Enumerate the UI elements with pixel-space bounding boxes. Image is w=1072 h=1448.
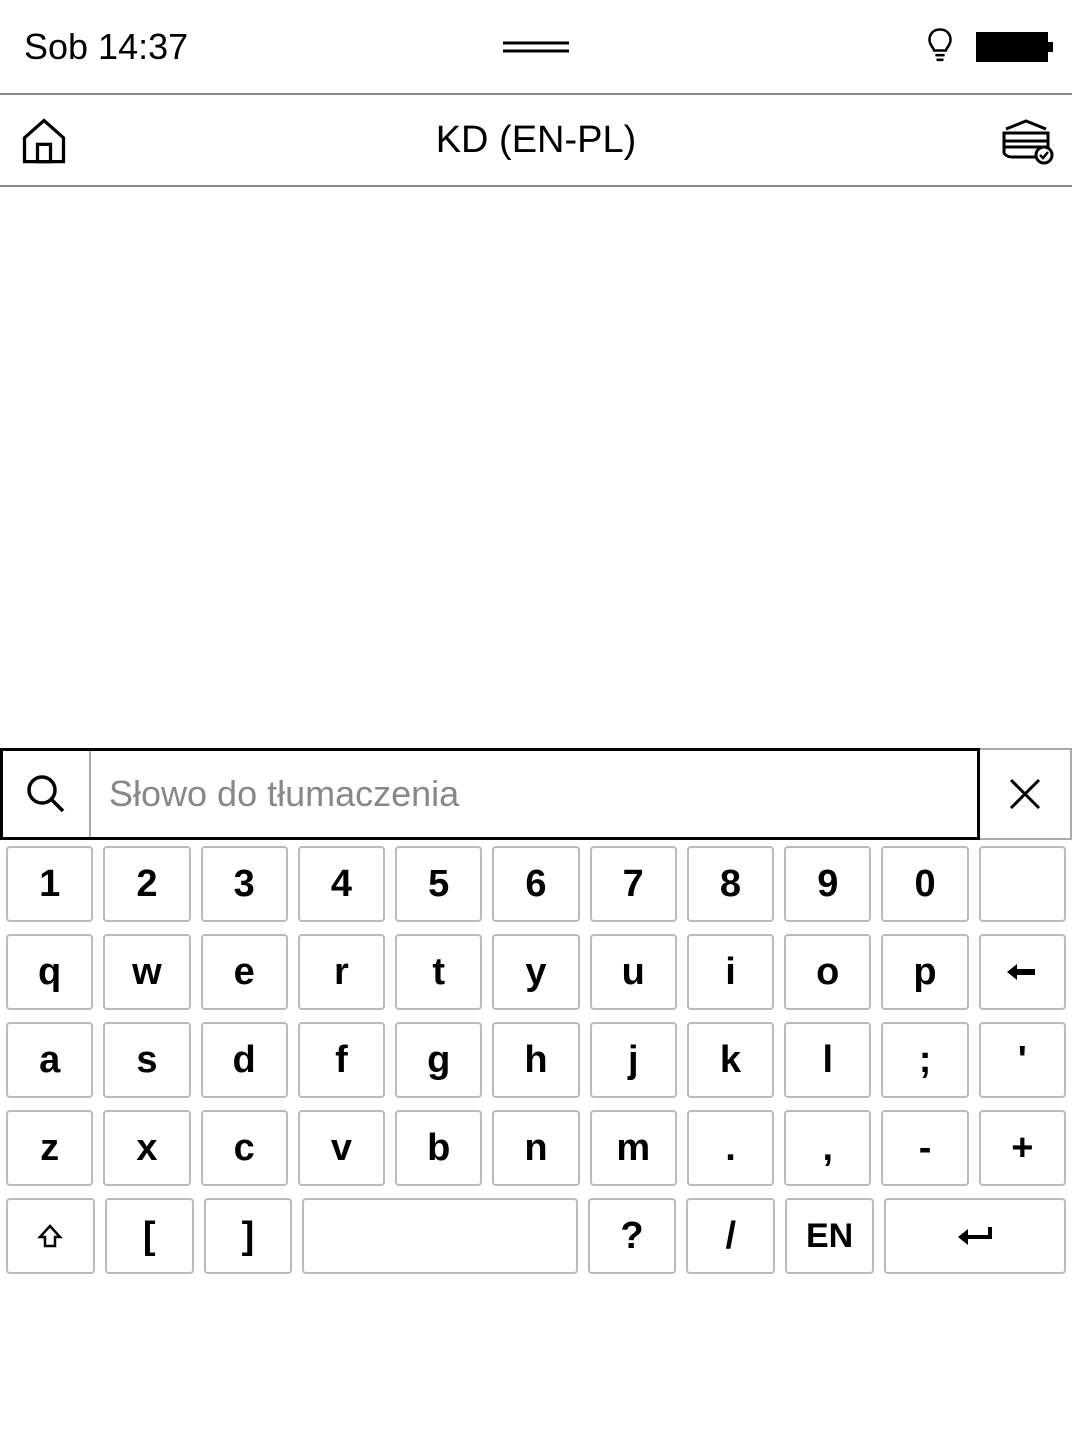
key-shift[interactable] (6, 1198, 95, 1274)
frontlight-icon[interactable] (926, 27, 954, 67)
search-icon[interactable] (3, 751, 91, 837)
key-s[interactable]: s (103, 1022, 190, 1098)
battery-icon (976, 32, 1048, 62)
key-n[interactable]: n (492, 1110, 579, 1186)
key-l[interactable]: l (784, 1022, 871, 1098)
key-plus[interactable]: + (979, 1110, 1066, 1186)
key-o[interactable]: o (784, 934, 871, 1010)
key-k[interactable]: k (687, 1022, 774, 1098)
key-space[interactable] (302, 1198, 577, 1274)
on-screen-keyboard: 1 2 3 4 5 6 7 8 9 0 q w e r t y u i o p … (0, 840, 1072, 1278)
dictionary-title: KD (EN-PL) (436, 119, 637, 162)
search-box (0, 748, 980, 840)
key-slash[interactable]: / (686, 1198, 775, 1274)
key-g[interactable]: g (395, 1022, 482, 1098)
key-x[interactable]: x (103, 1110, 190, 1186)
key-1[interactable]: 1 (6, 846, 93, 922)
drag-handle-icon[interactable] (503, 41, 569, 52)
key-8[interactable]: 8 (687, 846, 774, 922)
key-6[interactable]: 6 (492, 846, 579, 922)
key-a[interactable]: a (6, 1022, 93, 1098)
key-rbracket[interactable]: ] (204, 1198, 293, 1274)
header-bar: KD (EN-PL) (0, 95, 1072, 187)
search-input[interactable] (91, 751, 977, 837)
key-y[interactable]: y (492, 934, 579, 1010)
key-m[interactable]: m (590, 1110, 677, 1186)
key-2[interactable]: 2 (103, 846, 190, 922)
results-area (0, 187, 1072, 748)
status-bar: Sob 14:37 (0, 0, 1072, 95)
key-4[interactable]: 4 (298, 846, 385, 922)
key-t[interactable]: t (395, 934, 482, 1010)
key-d[interactable]: d (201, 1022, 288, 1098)
key-v[interactable]: v (298, 1110, 385, 1186)
key-blank[interactable] (979, 846, 1066, 922)
key-e[interactable]: e (201, 934, 288, 1010)
key-f[interactable]: f (298, 1022, 385, 1098)
key-minus[interactable]: - (881, 1110, 968, 1186)
key-b[interactable]: b (395, 1110, 482, 1186)
key-semicolon[interactable]: ; (881, 1022, 968, 1098)
key-z[interactable]: z (6, 1110, 93, 1186)
close-button[interactable] (980, 748, 1072, 840)
key-language[interactable]: EN (785, 1198, 874, 1274)
key-lbracket[interactable]: [ (105, 1198, 194, 1274)
status-right (926, 27, 1048, 67)
key-0[interactable]: 0 (881, 846, 968, 922)
key-j[interactable]: j (590, 1022, 677, 1098)
home-icon[interactable] (18, 114, 70, 166)
key-3[interactable]: 3 (201, 846, 288, 922)
key-apostrophe[interactable]: ' (979, 1022, 1066, 1098)
key-comma[interactable]: , (784, 1110, 871, 1186)
key-period[interactable]: . (687, 1110, 774, 1186)
key-5[interactable]: 5 (395, 846, 482, 922)
key-h[interactable]: h (492, 1022, 579, 1098)
key-7[interactable]: 7 (590, 846, 677, 922)
key-r[interactable]: r (298, 934, 385, 1010)
key-enter[interactable] (884, 1198, 1066, 1274)
key-q[interactable]: q (6, 934, 93, 1010)
status-time: Sob 14:37 (24, 26, 188, 68)
key-i[interactable]: i (687, 934, 774, 1010)
key-p[interactable]: p (881, 934, 968, 1010)
key-u[interactable]: u (590, 934, 677, 1010)
key-question[interactable]: ? (588, 1198, 677, 1274)
key-backspace[interactable] (979, 934, 1066, 1010)
key-c[interactable]: c (201, 1110, 288, 1186)
dictionary-select-icon[interactable] (998, 115, 1054, 165)
key-9[interactable]: 9 (784, 846, 871, 922)
key-w[interactable]: w (103, 934, 190, 1010)
search-row (0, 748, 1072, 840)
